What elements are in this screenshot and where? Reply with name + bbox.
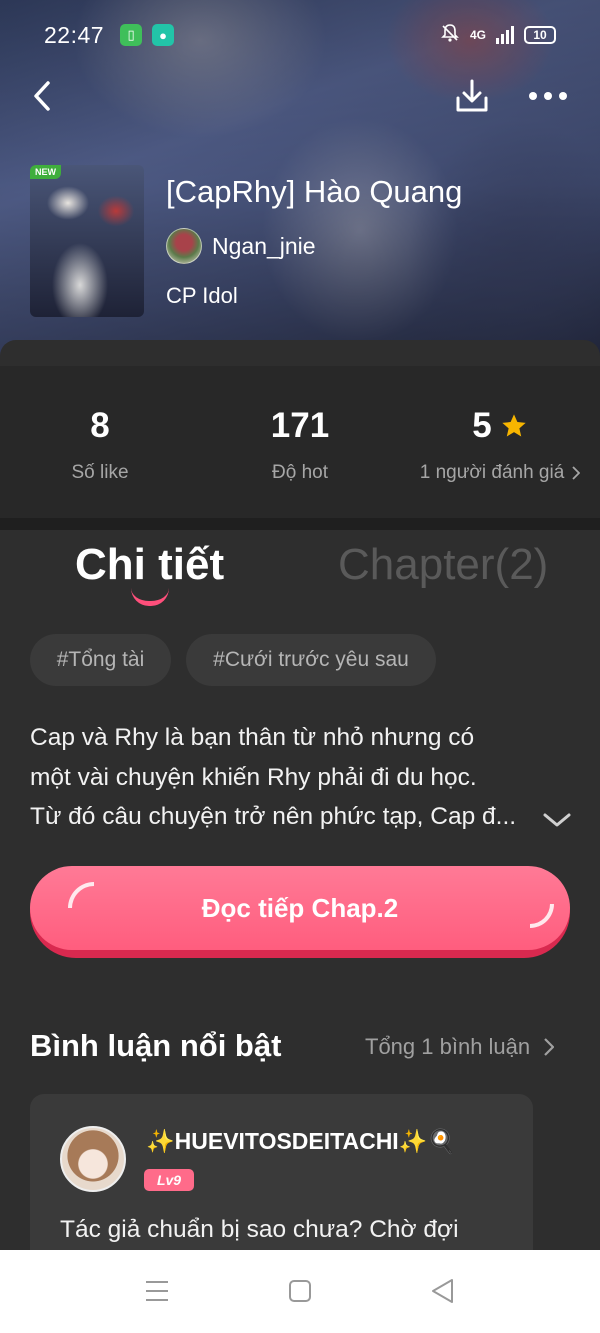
story-description: Cap và Rhy là bạn thân từ nhỏ nhưng có m…	[30, 718, 530, 837]
description-line: Từ đó câu chuyện trở nên phức tạp, Cap đ…	[30, 803, 517, 830]
home-square-icon	[289, 1280, 311, 1302]
rating-count-label: 1 người đánh giá	[419, 462, 565, 483]
bell-muted-icon	[440, 23, 460, 48]
chevron-right-icon	[544, 1038, 555, 1056]
new-badge: NEW	[30, 165, 61, 179]
chevron-right-icon	[572, 466, 581, 480]
stat-hot: 171 Độ hot	[200, 406, 400, 484]
all-comments-link[interactable]: Tổng 1 bình luận	[365, 1034, 555, 1060]
menu-button[interactable]	[145, 1280, 169, 1302]
continue-reading-button[interactable]: Đọc tiếp Chap.2	[30, 866, 570, 958]
chevron-left-icon	[34, 81, 50, 111]
author-name: Ngan_jnie	[212, 232, 316, 259]
story-cover-image[interactable]: NEW	[30, 165, 144, 317]
top-navigation	[0, 70, 600, 122]
status-bar: 22:47 ▯ ● 4G 10	[0, 0, 600, 70]
back-triangle-icon	[432, 1279, 453, 1303]
story-category[interactable]: CP Idol	[166, 283, 238, 309]
app-notification-icon: ▯	[120, 24, 143, 46]
button-shine-decoration	[68, 882, 94, 908]
signal-icon	[496, 26, 514, 44]
author-link[interactable]: Ngan_jnie	[166, 228, 316, 264]
hot-label: Độ hot	[272, 462, 328, 483]
back-button[interactable]	[26, 76, 58, 116]
tag-tong-tai[interactable]: #Tổng tài	[30, 634, 171, 686]
commenter-name[interactable]: ✨HUEVITOSDEITACHI✨🍳	[146, 1128, 456, 1155]
home-button[interactable]	[288, 1279, 312, 1303]
tab-detail[interactable]: Chi tiết	[75, 540, 224, 590]
comment-card[interactable]: ✨HUEVITOSDEITACHI✨🍳 Lv9 Tác giả chuẩn bị…	[30, 1094, 533, 1264]
commenter-avatar[interactable]	[60, 1126, 126, 1192]
story-title: [CapRhy] Hào Quang	[166, 174, 463, 209]
comment-text: Tác giả chuẩn bị sao chưa? Chờ đợi	[60, 1216, 459, 1243]
hot-count: 171	[270, 406, 330, 445]
likes-label: Số like	[71, 462, 129, 483]
likes-count: 8	[90, 406, 110, 445]
status-time: 22:47	[44, 21, 105, 48]
battery-icon: 10	[524, 26, 556, 44]
more-horizontal-icon	[529, 92, 567, 100]
author-avatar	[166, 228, 202, 264]
tag-cuoi-truoc-yeu-sau[interactable]: #Cưới trước yêu sau	[186, 634, 436, 686]
comments-section-title: Bình luận nổi bật	[30, 1028, 282, 1063]
download-icon	[456, 79, 488, 112]
comments-total-label: Tổng 1 bình luận	[365, 1034, 531, 1059]
chat-notification-icon: ●	[152, 24, 175, 46]
button-shine-decoration	[530, 904, 554, 928]
download-button[interactable]	[452, 76, 492, 116]
stat-rating[interactable]: 5 1 người đánh giá	[400, 406, 600, 484]
expand-description-button[interactable]	[540, 806, 574, 834]
system-navigation-bar	[0, 1250, 600, 1333]
star-icon	[502, 414, 526, 437]
rating-value: 5	[472, 406, 492, 445]
menu-icon	[146, 1281, 168, 1301]
stats-row: 8 Số like 171 Độ hot 5 1 người đánh giá	[0, 366, 600, 518]
network-type: 4G	[469, 28, 486, 42]
system-back-button[interactable]	[430, 1278, 456, 1304]
more-options-button[interactable]	[526, 76, 570, 116]
stat-likes: 8 Số like	[0, 406, 200, 484]
chevron-down-icon	[543, 813, 571, 827]
level-badge: Lv9	[144, 1169, 194, 1191]
description-line: Cap và Rhy là bạn thân từ nhỏ nhưng có	[30, 724, 475, 751]
battery-level: 10	[533, 28, 547, 42]
tab-chapter[interactable]: Chapter(2)	[338, 540, 548, 590]
continue-reading-label: Đọc tiếp Chap.2	[201, 892, 399, 923]
description-line: một vài chuyện khiến Rhy phải đi du học.	[30, 763, 477, 791]
section-divider	[0, 518, 600, 530]
